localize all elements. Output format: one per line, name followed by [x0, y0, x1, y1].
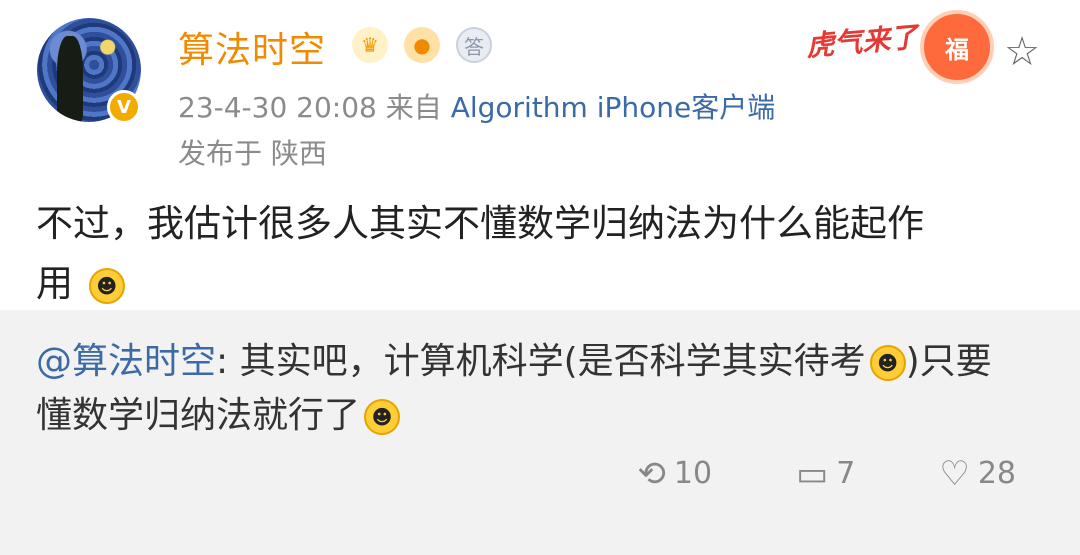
repost-line-1: @算法时空: 其实吧，计算机科学(是否科学其实待考 ☻)只要 — [36, 335, 1046, 389]
laughing-crying-emoji-icon: ☻ — [364, 399, 401, 435]
repost-icon: ⟲ — [637, 453, 666, 494]
sticker-text: 虎气来了 — [804, 20, 920, 63]
username[interactable]: 算法时空 — [178, 21, 326, 73]
post-meta: 23-4-30 20:08 来自 Algorithm iPhone客户端 — [178, 86, 775, 126]
source-client-link[interactable]: Algorithm iPhone客户端 — [451, 91, 776, 124]
action-bar: ⟲ 10 ▭ 7 ♡ 28 — [637, 456, 1016, 491]
mention-link[interactable]: @算法时空 — [36, 341, 216, 382]
thumb-up-icon: ♡ — [939, 453, 970, 494]
star-icon[interactable]: ☆ — [1000, 29, 1044, 75]
verified-icon: V — [107, 90, 141, 124]
content-line-2: 用 ☻ — [36, 254, 1046, 314]
content-tail-text: 用 — [36, 262, 73, 305]
repost-text-part-2: )只要 — [905, 341, 992, 382]
repost-button[interactable]: ⟲ 10 — [637, 456, 712, 491]
content-line-1: 不过，我估计很多人其实不懂数学归纳法为什么能起作 — [36, 202, 924, 245]
cool-face-emoji-icon: ☻ — [88, 267, 125, 304]
repost-line-2: 懂数学归纳法就行了 ☻ — [36, 389, 1046, 443]
paw-sticker-icon: 福 — [920, 10, 994, 84]
like-button[interactable]: ♡ 28 — [939, 456, 1016, 491]
post-time: 23-4-30 20:08 — [178, 91, 377, 124]
repost-line-2-text: 懂数学归纳法就行了 — [36, 395, 361, 436]
repost-count: 10 — [673, 456, 713, 491]
source-prefix: 来自 — [385, 91, 442, 124]
fish-badge-icon[interactable]: ● — [404, 27, 440, 63]
repost-text-part-1: : 其实吧，计算机科学(是否科学其实待考 — [216, 341, 866, 382]
repost-panel[interactable]: @算法时空: 其实吧，计算机科学(是否科学其实待考 ☻)只要 懂数学归纳法就行了 ☻… — [0, 310, 1080, 555]
tiger-sticker: 虎气来了 福 — [804, 10, 994, 86]
avatar-tree-icon — [57, 36, 83, 122]
comment-count: 7 — [836, 456, 856, 491]
crown-badge-icon[interactable]: ♛ — [352, 27, 388, 63]
cool-face-emoji-icon: ☻ — [869, 345, 906, 381]
comment-icon: ▭ — [796, 453, 829, 494]
repost-text: @算法时空: 其实吧，计算机科学(是否科学其实待考 ☻)只要 懂数学归纳法就行了 ☻ — [36, 335, 1046, 443]
answer-badge-icon[interactable]: 答 — [456, 27, 492, 63]
like-count: 28 — [977, 456, 1016, 491]
comment-button[interactable]: ▭ 7 — [796, 456, 855, 491]
post-content: 不过，我估计很多人其实不懂数学归纳法为什么能起作 用 ☻ — [36, 194, 1046, 314]
post-location: 发布于 陕西 — [178, 137, 327, 170]
